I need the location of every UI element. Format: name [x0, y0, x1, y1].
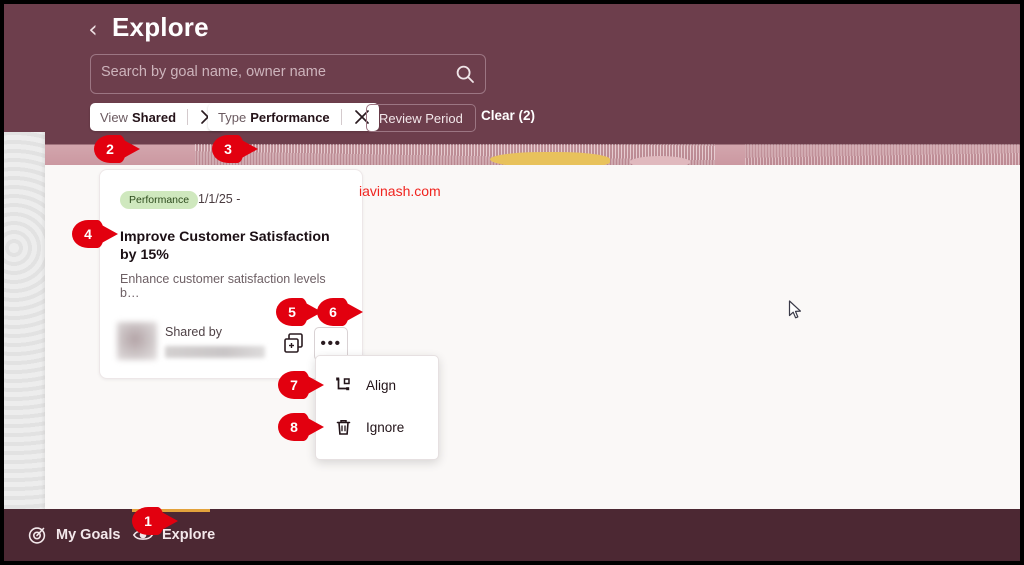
callout-marker-5-number: 5 [288, 304, 296, 320]
review-period-button[interactable]: Review Period [366, 104, 476, 132]
avatar [117, 322, 157, 360]
clear-filters-button[interactable]: Clear (2) [481, 108, 535, 123]
filter-chip-view-label: View [100, 109, 128, 125]
card-description: Enhance customer satisfaction levels b… [120, 272, 326, 300]
status-badge: Performance [120, 191, 199, 209]
chip-divider [340, 109, 342, 125]
left-sidebar-strip [4, 128, 45, 517]
callout-marker-2: 2 [94, 135, 142, 163]
shared-by-name [165, 346, 265, 358]
callout-marker-6-number: 6 [329, 304, 337, 320]
nav-item-my-goals[interactable]: My Goals [26, 509, 120, 561]
callout-marker-3-number: 3 [224, 141, 232, 157]
callout-marker-7: 7 [278, 371, 326, 399]
filter-chip-type-label: Type [218, 109, 247, 125]
app-screen: iavinash.com Performance 1/1/25 - Improv… [4, 4, 1020, 561]
callout-marker-1: 1 [132, 507, 180, 535]
watermark-text: iavinash.com [359, 183, 441, 199]
filter-chip-view[interactable]: View Shared [90, 103, 226, 131]
main-content: iavinash.com Performance 1/1/25 - Improv… [45, 165, 1020, 517]
decorative-banner [45, 132, 1020, 165]
callout-marker-4-number: 4 [84, 226, 92, 242]
duplicate-icon[interactable] [281, 330, 307, 356]
mouse-pointer-icon [788, 300, 804, 325]
filter-chip-type-value: Performance [250, 109, 330, 125]
callout-marker-6: 6 [317, 298, 365, 326]
page-title: Explore [112, 12, 209, 42]
app-header: ‹ Explore Search by goal name, owner nam… [4, 4, 1020, 132]
menu-item-ignore[interactable]: Ignore [316, 407, 438, 447]
goal-card[interactable]: Performance 1/1/25 - Improve Customer Sa… [99, 169, 363, 379]
callout-marker-8: 8 [278, 413, 326, 441]
menu-item-ignore-label: Ignore [366, 419, 405, 435]
callout-marker-3: 3 [212, 135, 260, 163]
more-horizontal-icon: ••• [320, 335, 342, 352]
target-icon [26, 524, 48, 546]
chip-divider [187, 109, 189, 125]
trash-icon [332, 416, 354, 438]
menu-item-align[interactable]: Align [316, 365, 438, 405]
callout-marker-2-number: 2 [106, 141, 114, 157]
chevron-left-icon[interactable]: ‹ [84, 17, 102, 43]
search-icon[interactable] [455, 64, 475, 84]
callout-marker-4: 4 [72, 220, 120, 248]
callout-marker-7-number: 7 [290, 377, 298, 393]
search-input[interactable]: Search by goal name, owner name [90, 54, 486, 94]
callout-marker-1-number: 1 [144, 513, 152, 529]
card-date: 1/1/25 - [198, 192, 241, 206]
shared-by-label: Shared by [165, 325, 222, 339]
filter-chip-view-value: Shared [131, 109, 177, 125]
filter-chip-type[interactable]: Type Performance [208, 103, 379, 131]
menu-item-align-label: Align [366, 377, 397, 393]
nav-item-my-goals-label: My Goals [56, 527, 121, 543]
callout-marker-8-number: 8 [290, 419, 298, 435]
search-placeholder: Search by goal name, owner name [101, 64, 326, 80]
context-menu: Align Ignore [315, 355, 439, 460]
card-title: Improve Customer Satisfaction by 15% [120, 229, 330, 263]
align-icon [332, 374, 354, 396]
